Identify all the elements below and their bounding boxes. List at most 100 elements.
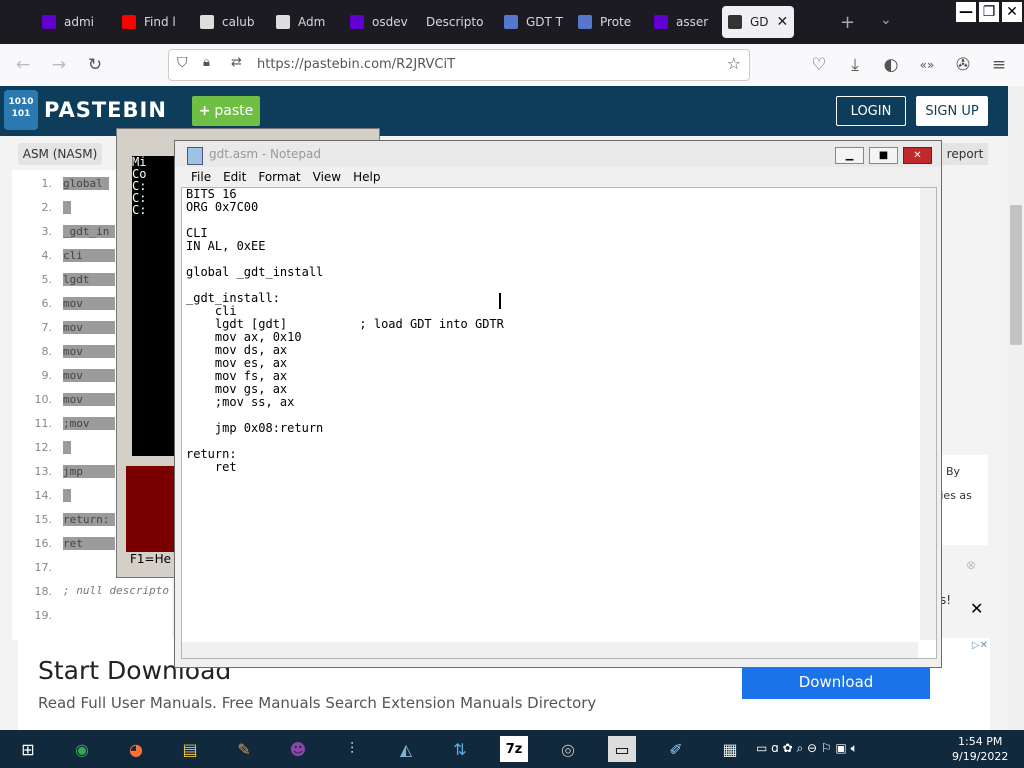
windows-start-icon[interactable]: ⊞ [14, 736, 42, 762]
extension-icon[interactable]: «» [916, 54, 938, 76]
file-explorer-icon[interactable]: ▤ [176, 736, 204, 762]
line-number: 10. [34, 393, 53, 406]
ad-choices-icon[interactable]: ▷✕ [972, 640, 988, 651]
tab-gdt[interactable]: GDT T [504, 6, 566, 38]
bookmark-star-icon[interactable]: ☆ [727, 54, 741, 73]
line-number: 11. [34, 417, 53, 430]
menu-format[interactable]: Format [252, 169, 306, 189]
login-button[interactable]: LOGIN [836, 96, 906, 126]
notepad-content[interactable]: BITS 16 ORG 0x7C00 CLI IN AL, 0xEE globa… [186, 188, 504, 474]
code-line: mov [63, 393, 115, 406]
profile-flag-icon[interactable]: ◐ [880, 54, 902, 76]
notepad-window[interactable]: gdt.asm - Notepad ▁ ■ ✕ File Edit Format… [174, 140, 942, 668]
osdev-icon [200, 15, 214, 29]
cmd-console[interactable]: Mi Co C: C: C: [132, 156, 176, 456]
line-number: 16. [34, 537, 53, 550]
notepad-horizontal-scrollbar[interactable] [182, 642, 918, 658]
grid-icon [504, 15, 518, 29]
mixer-icon[interactable]: ⫶ [338, 736, 366, 762]
code-line: mov [63, 345, 115, 358]
yahoo-icon [654, 15, 668, 29]
tray-icons[interactable]: ▭ ɑ ✿ ⌕ ⊖ ⚐ ▣ 🔈︎ [756, 741, 858, 756]
media-player-icon[interactable]: ◎ [554, 736, 582, 762]
7zip-icon[interactable]: 7z [500, 736, 528, 762]
cmd-icon[interactable]: ▭ [608, 736, 636, 762]
calculator-icon[interactable]: ▦ [716, 736, 744, 762]
back-icon[interactable]: ← [12, 54, 34, 76]
info-circle-icon[interactable]: ⊗ [966, 558, 976, 572]
text-cursor-icon [499, 293, 501, 309]
network-icon[interactable]: ⇅ [446, 736, 474, 762]
menu-file[interactable]: File [185, 169, 217, 189]
grid-icon [578, 15, 592, 29]
osdev-icon [276, 15, 290, 29]
line-number: 13. [34, 465, 53, 478]
new-tab-icon[interactable]: + [840, 12, 855, 33]
minimize-icon[interactable]: — [956, 2, 976, 22]
tab-admi[interactable]: admi [42, 6, 114, 38]
paint-icon[interactable]: ✎ [230, 736, 258, 762]
shield-icon[interactable]: ⛉ [177, 55, 188, 71]
restore-icon[interactable]: ❐ [979, 2, 999, 22]
tab-list-icon[interactable]: ⌄ [880, 12, 892, 28]
reload-icon[interactable]: ↻ [84, 54, 106, 76]
pastebin-logo[interactable]: 1010 101 [4, 90, 38, 130]
tab-adm[interactable]: Adm [276, 6, 338, 38]
close-tab-icon[interactable]: ✕ [777, 14, 789, 30]
page-scrollbar-thumb[interactable] [1010, 205, 1022, 345]
chart-icon[interactable]: ◭ [392, 736, 420, 762]
menu-view[interactable]: View [307, 169, 347, 189]
notepad-vertical-scrollbar[interactable] [920, 188, 936, 640]
notepad-close-button[interactable]: ✕ [903, 147, 932, 164]
line-number: 8. [41, 345, 53, 358]
cookie-notice: By kies as [934, 455, 988, 545]
permissions-icon[interactable]: ⇄ [231, 55, 242, 70]
yahoo-messenger-icon[interactable]: ☻ [284, 736, 312, 762]
tab-find[interactable]: Find l [122, 6, 184, 38]
url-bar[interactable]: ⛉ 🔒︎ ⇄ https://pastebin.com/R2JRVCiT ☆ [168, 49, 750, 81]
tab-calub[interactable]: calub [200, 6, 262, 38]
clock-date: 9/19/2022 [952, 750, 1009, 763]
youtube-icon [122, 15, 136, 29]
menu-icon[interactable]: ≡ [988, 54, 1010, 76]
lock-icon[interactable]: 🔒︎ [203, 55, 210, 70]
clock[interactable]: 1:54 PM 9/19/2022 [952, 734, 1008, 764]
signup-button[interactable]: SIGN UP [916, 96, 988, 126]
ad-subtitle[interactable]: Read Full User Manuals. Free Manuals Sea… [38, 694, 596, 712]
close-window-icon[interactable]: ✕ [1002, 2, 1022, 22]
menu-help[interactable]: Help [347, 169, 386, 189]
tab-asser[interactable]: asser [654, 6, 716, 38]
report-button[interactable]: report [942, 143, 988, 165]
site-name[interactable]: PASTEBIN [44, 98, 167, 122]
notepad-text-area[interactable]: BITS 16 ORG 0x7C00 CLI IN AL, 0xEE globa… [181, 187, 937, 659]
page-scrollbar[interactable] [1008, 86, 1024, 730]
puzzle-icon[interactable]: ✇ [952, 54, 974, 76]
notepad-icon[interactable]: ✐ [662, 736, 690, 762]
firefox-icon[interactable]: ◕ [122, 736, 150, 762]
tab-gd-active[interactable]: GD ✕ [722, 6, 794, 38]
forward-icon[interactable]: → [48, 54, 70, 76]
code-line: jmp [63, 465, 115, 478]
line-number: 1. [41, 177, 53, 190]
null-descriptor-comment: ; null descripto [63, 584, 169, 597]
notepad-maximize-button[interactable]: ■ [869, 147, 898, 164]
download-icon[interactable]: ⤓ [844, 54, 866, 76]
close-banner-icon[interactable]: ✕ [970, 599, 983, 618]
line-number: 6. [41, 297, 53, 310]
yahoo-icon [42, 15, 56, 29]
tab-prote[interactable]: Prote [578, 6, 640, 38]
chrome-icon[interactable]: ◉ [68, 736, 96, 762]
window-controls: — ❐ ✕ [956, 2, 1024, 26]
language-badge[interactable]: ASM (NASM) [18, 143, 102, 165]
url-text[interactable]: https://pastebin.com/R2JRVCiT [257, 57, 455, 72]
tab-osdev[interactable]: osdev [350, 6, 416, 38]
code-line: return: [63, 513, 115, 526]
tab-descriptor[interactable]: Descripto [426, 6, 496, 38]
download-button[interactable]: Download [742, 665, 930, 699]
menu-edit[interactable]: Edit [217, 169, 252, 189]
pocket-icon[interactable]: ♡ [808, 54, 830, 76]
notepad-minimize-button[interactable]: ▁ [835, 147, 864, 164]
new-paste-button[interactable]: + paste [192, 96, 260, 126]
notepad-titlebar[interactable]: gdt.asm - Notepad ▁ ■ ✕ [175, 141, 941, 167]
osdev-icon [728, 15, 742, 29]
